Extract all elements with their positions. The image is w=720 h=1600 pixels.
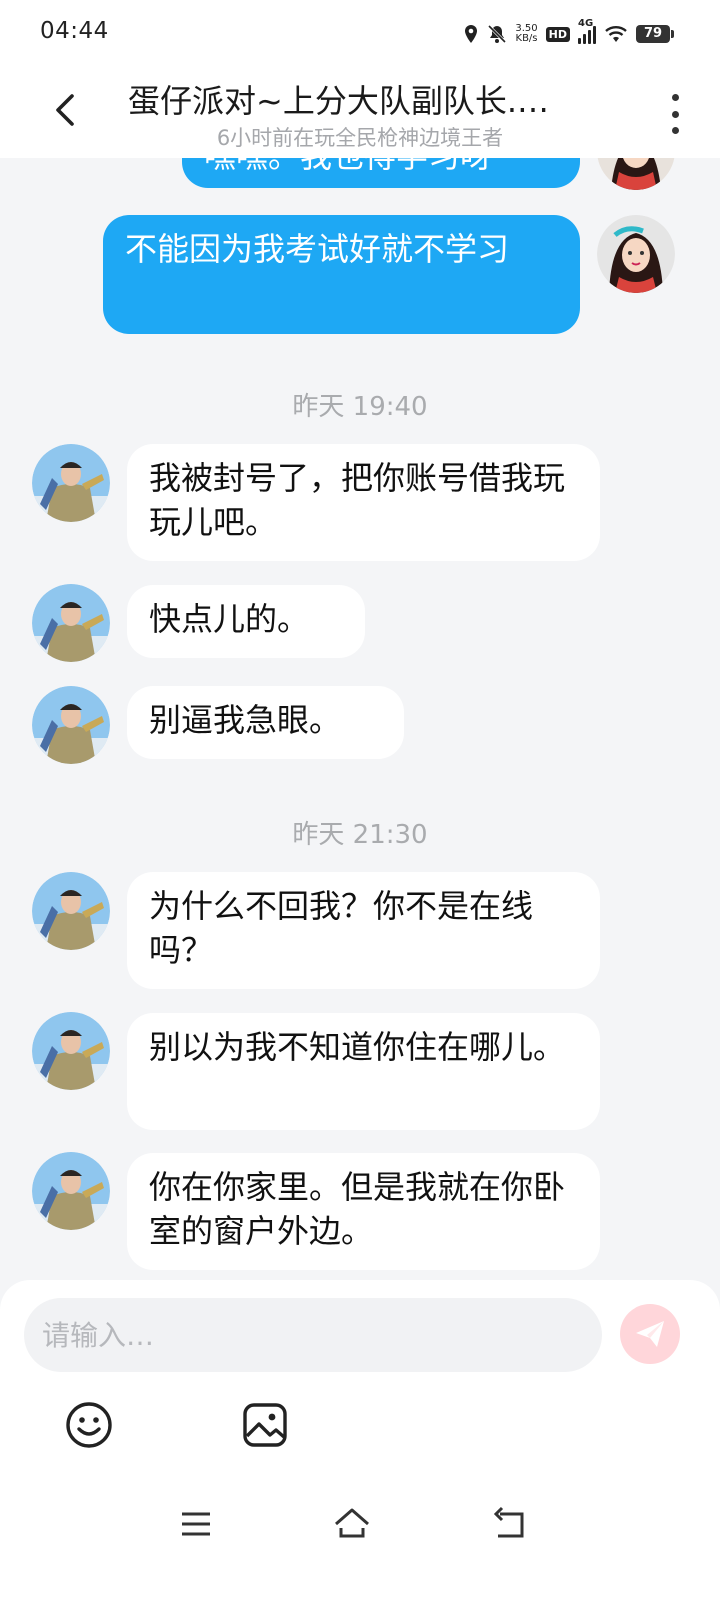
message-bubble-incoming[interactable]: 我被封号了，把你账号借我玩玩儿吧。 <box>127 444 600 561</box>
status-time: 04:44 <box>40 18 109 44</box>
my-avatar[interactable] <box>597 158 675 190</box>
chat-message-list[interactable]: 嘿嘿。我也得学习呀 不能因为我考试好就不学习 昨天 19:40 我被封号了，把你… <box>0 158 720 1278</box>
message-bubble-outgoing[interactable]: 嘿嘿。我也得学习呀 <box>182 158 580 188</box>
message-bubble-incoming[interactable]: 别以为我不知道你住在哪儿。 <box>127 1013 600 1130</box>
more-dot-icon <box>671 94 679 101</box>
message-input[interactable] <box>24 1298 602 1372</box>
contact-avatar[interactable] <box>32 1012 110 1090</box>
hd-badge: HD <box>545 26 570 42</box>
location-icon <box>465 25 478 43</box>
input-panel <box>0 1280 720 1600</box>
battery-icon: 79 <box>636 25 674 43</box>
wifi-icon <box>605 26 627 42</box>
network-type-label: 4G <box>578 18 594 29</box>
message-bubble-incoming[interactable]: 快点儿的。 <box>127 585 365 658</box>
image-button[interactable] <box>240 1400 290 1450</box>
home-icon <box>335 1508 369 1538</box>
nav-menu-button[interactable] <box>176 1504 216 1544</box>
timestamp: 昨天 21:30 <box>292 820 428 850</box>
status-icons: 3.50 KB/s HD 4G 79 <box>463 18 674 50</box>
mute-bell-icon <box>488 24 507 44</box>
menu-icon <box>182 1512 210 1536</box>
more-options-button[interactable] <box>668 94 682 134</box>
send-button[interactable] <box>620 1304 680 1364</box>
message-bubble-incoming[interactable]: 你在你家里。但是我就在你卧室的窗户外边。 <box>127 1153 600 1270</box>
message-bubble-incoming[interactable]: 别逼我急眼。 <box>127 686 404 759</box>
signal-icon: 4G <box>578 18 596 44</box>
contact-avatar[interactable] <box>32 1152 110 1230</box>
battery-level: 79 <box>643 26 663 41</box>
net-speed-unit: KB/s <box>515 33 538 44</box>
contact-avatar[interactable] <box>32 686 110 764</box>
contact-avatar[interactable] <box>32 584 110 662</box>
net-speed: 3.50 KB/s <box>515 24 537 44</box>
send-icon <box>636 1321 664 1347</box>
contact-avatar[interactable] <box>32 444 110 522</box>
image-icon <box>243 1403 287 1447</box>
emoji-icon <box>66 1402 112 1448</box>
chat-title: 蛋仔派对~上分大队副队长.… <box>128 82 549 120</box>
my-avatar[interactable] <box>597 215 675 293</box>
message-bubble-outgoing[interactable]: 不能因为我考试好就不学习 <box>103 215 580 334</box>
contact-avatar[interactable] <box>32 872 110 950</box>
message-bubble-incoming[interactable]: 为什么不回我？你不是在线吗？ <box>127 872 600 989</box>
nav-home-button[interactable] <box>332 1504 372 1544</box>
status-bar: 04:44 3.50 KB/s HD 4G 79 <box>0 0 720 66</box>
timestamp: 昨天 19:40 <box>292 392 428 422</box>
chat-subtitle: 6小时前在玩全民枪神边境王者 <box>216 126 504 150</box>
nav-back-button[interactable] <box>490 1504 530 1544</box>
more-dot-icon <box>671 110 679 118</box>
chat-header: 蛋仔派对~上分大队副队长.… 6小时前在玩全民枪神边境王者 <box>0 66 720 158</box>
return-icon <box>493 1506 524 1538</box>
more-dot-icon <box>671 127 679 134</box>
emoji-button[interactable] <box>64 1400 114 1450</box>
